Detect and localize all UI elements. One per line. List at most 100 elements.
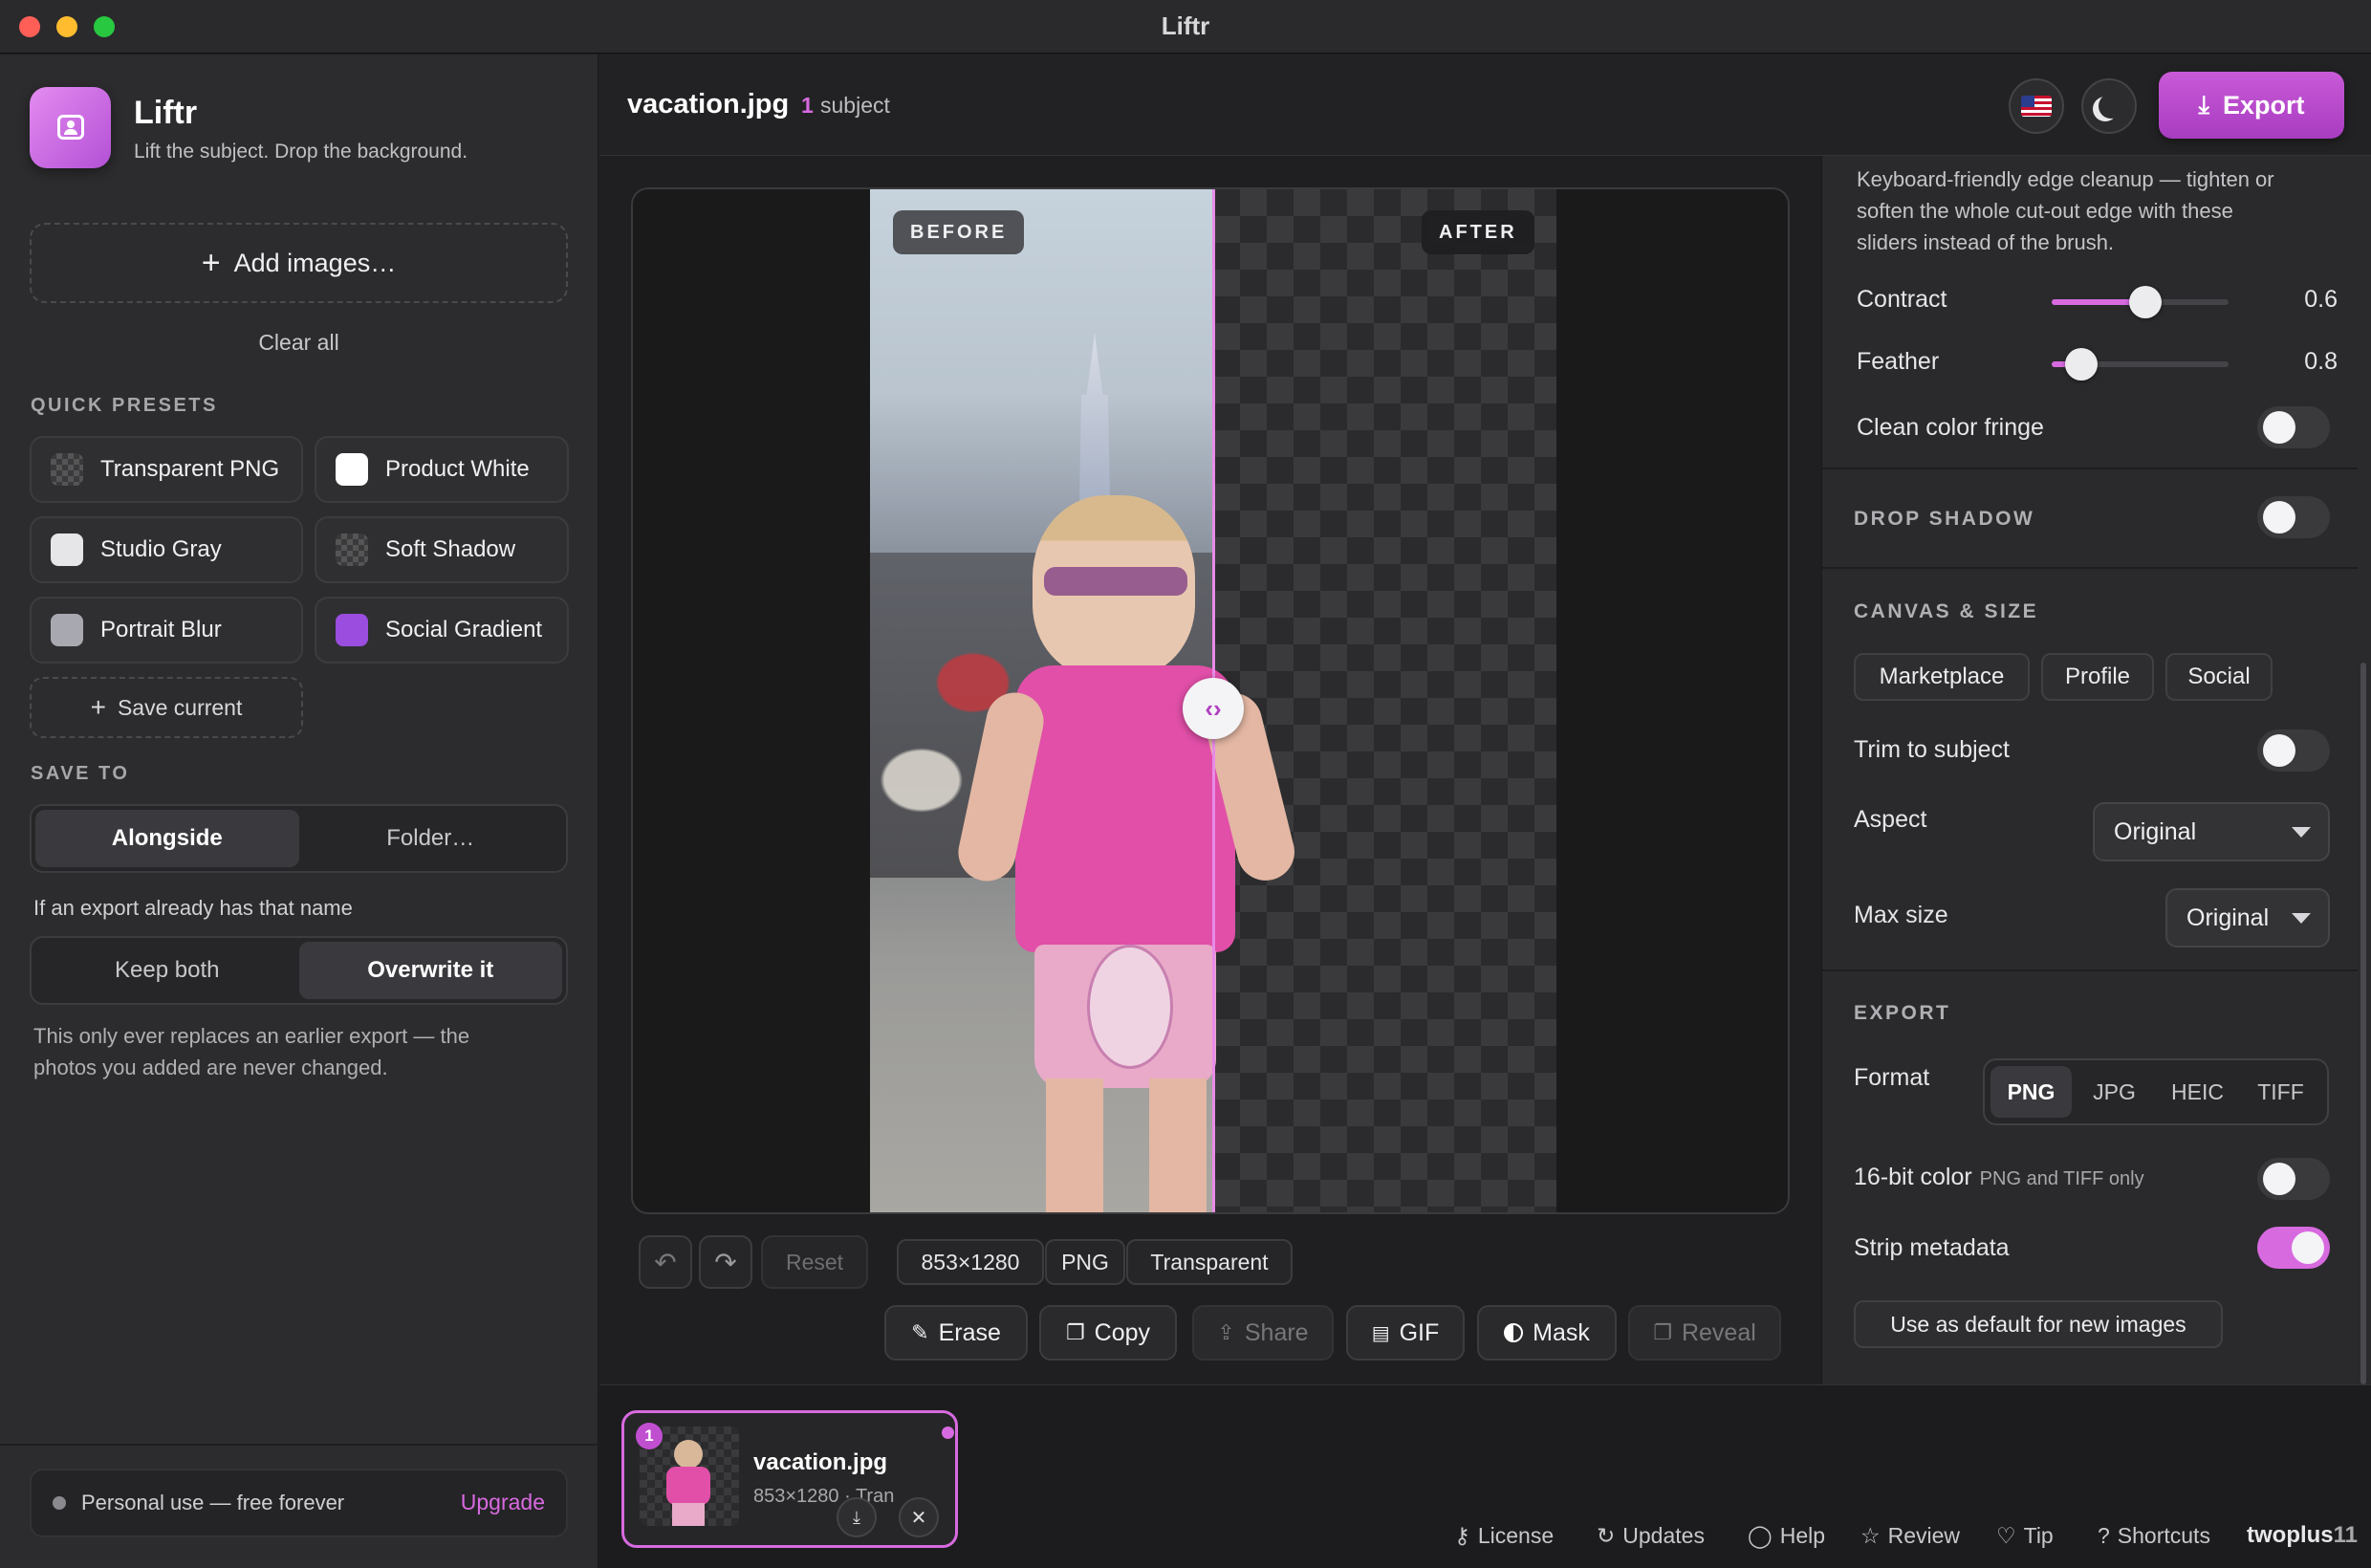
subject-ears-prop bbox=[1087, 945, 1173, 1069]
thumbnail-filename: vacation.jpg bbox=[753, 1449, 888, 1475]
use-as-default-button[interactable]: Use as default for new images bbox=[1854, 1300, 2223, 1348]
toggle-knob bbox=[2263, 411, 2295, 444]
review-link[interactable]: ☆ Review bbox=[1860, 1523, 1960, 1549]
plus-icon: + bbox=[90, 692, 106, 722]
drop-shadow-heading: DROP SHADOW bbox=[1854, 508, 2035, 530]
reset-button[interactable]: Reset bbox=[761, 1235, 868, 1289]
save-to-segmented-control: Alongside Folder… bbox=[30, 804, 568, 873]
profile-chip[interactable]: Profile bbox=[2041, 653, 2154, 701]
preset-transparent-png[interactable]: Transparent PNG bbox=[30, 436, 303, 503]
preset-soft-shadow[interactable]: Soft Shadow bbox=[315, 516, 569, 583]
compare-handle[interactable]: ‹› bbox=[1183, 678, 1244, 739]
mask-button[interactable]: Mask bbox=[1477, 1305, 1617, 1361]
moon-icon bbox=[2099, 94, 2123, 119]
save-alongside-option[interactable]: Alongside bbox=[35, 810, 299, 867]
app-logo bbox=[30, 87, 111, 168]
thumbnail-meta: 853×1280 · Tran bbox=[753, 1486, 895, 1507]
film-icon: ▤ bbox=[1371, 1322, 1390, 1344]
clear-all-button[interactable]: Clear all bbox=[30, 330, 568, 356]
tip-link[interactable]: ♡ Tip bbox=[1996, 1523, 2054, 1549]
overwrite-option[interactable]: Overwrite it bbox=[298, 942, 562, 999]
chevron-down-icon bbox=[2292, 913, 2311, 924]
aspect-select[interactable]: Original bbox=[2093, 802, 2330, 861]
background-badge: Transparent bbox=[1126, 1239, 1293, 1285]
license-link[interactable]: ⚷ License bbox=[1454, 1523, 1554, 1549]
contract-slider-thumb[interactable] bbox=[2129, 286, 2162, 318]
sidebar-divider bbox=[0, 1444, 598, 1446]
checker-swatch-icon bbox=[336, 534, 368, 566]
export-button[interactable]: ⤓ Export bbox=[2159, 72, 2344, 139]
undo-button[interactable]: ↶ bbox=[639, 1235, 692, 1289]
unsaved-dot-icon bbox=[942, 1426, 954, 1439]
bit-depth-label: 16-bit color bbox=[1854, 1164, 1972, 1190]
preset-product-white[interactable]: Product White bbox=[315, 436, 569, 503]
plus-icon: + bbox=[201, 245, 221, 281]
contract-slider[interactable] bbox=[2052, 286, 2229, 318]
preset-social-gradient[interactable]: Social Gradient bbox=[315, 597, 569, 664]
reveal-button[interactable]: ❐ Reveal bbox=[1628, 1305, 1781, 1361]
feather-slider-thumb[interactable] bbox=[2065, 348, 2098, 381]
before-label: BEFORE bbox=[893, 210, 1025, 254]
before-after-preview[interactable]: ‹› BEFORE AFTER bbox=[631, 187, 1790, 1214]
white-swatch-icon bbox=[336, 453, 368, 486]
format-png-option[interactable]: PNG bbox=[1990, 1066, 2072, 1118]
save-to-label: SAVE TO bbox=[31, 763, 130, 784]
theme-toggle-button[interactable] bbox=[2081, 78, 2137, 134]
license-text: Personal use — free forever bbox=[81, 1491, 345, 1514]
thumbnail-card[interactable]: 1 vacation.jpg 853×1280 · Tran ⤓ ✕ bbox=[621, 1410, 958, 1548]
file-title: vacation.jpg bbox=[627, 89, 790, 120]
format-heic-option[interactable]: HEIC bbox=[2157, 1066, 2238, 1118]
close-icon: ✕ bbox=[910, 1507, 927, 1529]
save-current-button[interactable]: + Save current bbox=[30, 677, 303, 738]
copy-button[interactable]: ❐ Copy bbox=[1039, 1305, 1177, 1361]
feather-value: 0.8 bbox=[2304, 348, 2338, 375]
feather-slider[interactable] bbox=[2052, 348, 2229, 381]
toggle-knob bbox=[2263, 734, 2295, 767]
download-icon: ⤓ bbox=[2198, 90, 2209, 119]
thumbnail-download-button[interactable]: ⤓ bbox=[837, 1497, 877, 1537]
share-icon: ⇪ bbox=[1217, 1320, 1235, 1344]
bit-depth-toggle[interactable] bbox=[2257, 1158, 2330, 1200]
panel-scrollbar[interactable] bbox=[2360, 663, 2366, 1384]
max-size-label: Max size bbox=[1854, 902, 1948, 928]
strip-metadata-toggle[interactable] bbox=[2257, 1227, 2330, 1269]
sidebar: Liftr Lift the subject. Drop the backgro… bbox=[0, 54, 598, 1568]
clean-fringe-label: Clean color fringe bbox=[1857, 414, 2044, 441]
format-badge: PNG bbox=[1045, 1239, 1125, 1285]
subject-left-leg bbox=[1046, 1078, 1103, 1212]
language-button[interactable] bbox=[2009, 78, 2064, 134]
max-size-select[interactable]: Original bbox=[2165, 888, 2330, 947]
trim-toggle[interactable] bbox=[2257, 730, 2330, 772]
chevron-down-icon bbox=[2292, 827, 2311, 838]
preset-portrait-blur[interactable]: Portrait Blur bbox=[30, 597, 303, 664]
gif-button[interactable]: ▤ GIF bbox=[1346, 1305, 1465, 1361]
half-circle-icon bbox=[1504, 1323, 1524, 1342]
brand-logo[interactable]: twoplus11 bbox=[2247, 1522, 2358, 1549]
toggle-knob bbox=[2263, 501, 2295, 534]
upgrade-link[interactable]: Upgrade bbox=[461, 1490, 545, 1515]
format-tiff-option[interactable]: TIFF bbox=[2240, 1066, 2321, 1118]
preset-studio-gray[interactable]: Studio Gray bbox=[30, 516, 303, 583]
save-folder-option[interactable]: Folder… bbox=[299, 810, 563, 867]
key-icon: ⚷ bbox=[1454, 1523, 1470, 1548]
redo-button[interactable]: ↷ bbox=[699, 1235, 752, 1289]
bit-depth-note: PNG and TIFF only bbox=[1979, 1168, 2144, 1189]
clean-fringe-toggle[interactable] bbox=[2257, 406, 2330, 448]
chat-bubble-icon: ◯ bbox=[1748, 1523, 1773, 1548]
updates-link[interactable]: ↻ Updates bbox=[1597, 1523, 1705, 1549]
thumbnail-remove-button[interactable]: ✕ bbox=[899, 1497, 939, 1537]
gradient-swatch-icon bbox=[336, 614, 368, 646]
subject-count-badge: 1 bbox=[801, 93, 814, 118]
share-button[interactable]: ⇪ Share bbox=[1192, 1305, 1334, 1361]
us-flag-icon bbox=[2021, 96, 2052, 117]
keep-both-option[interactable]: Keep both bbox=[35, 942, 299, 999]
add-images-button[interactable]: + Add images… bbox=[30, 223, 568, 303]
after-transparent-canvas bbox=[1213, 189, 1556, 1212]
social-chip[interactable]: Social bbox=[2165, 653, 2273, 701]
format-jpg-option[interactable]: JPG bbox=[2074, 1066, 2155, 1118]
drop-shadow-toggle[interactable] bbox=[2257, 496, 2330, 538]
erase-button[interactable]: ✎ Erase bbox=[884, 1305, 1028, 1361]
help-link[interactable]: ◯ Help bbox=[1748, 1523, 1825, 1549]
shortcuts-link[interactable]: ? Shortcuts bbox=[2098, 1523, 2210, 1549]
marketplace-chip[interactable]: Marketplace bbox=[1854, 653, 2030, 701]
